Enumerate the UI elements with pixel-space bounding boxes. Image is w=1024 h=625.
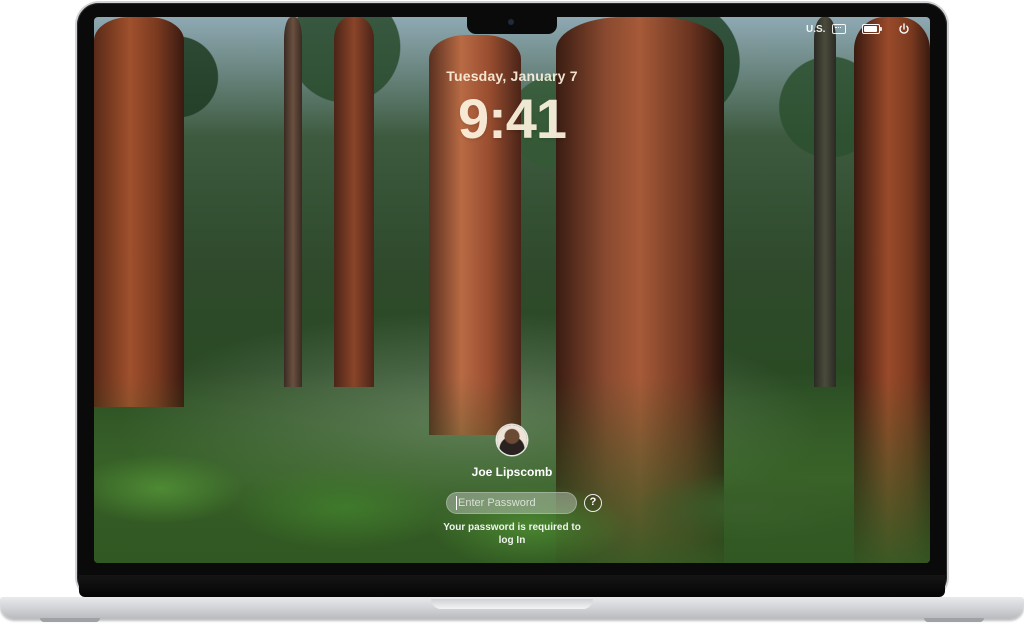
wallpaper-trunk (94, 17, 184, 407)
wallpaper-trunk (334, 17, 374, 387)
power-menu[interactable] (898, 22, 910, 36)
lock-clock: 9:41 (457, 87, 567, 150)
password-required-message: Your password is required to log In (443, 522, 581, 546)
user-avatar[interactable] (497, 425, 527, 455)
keyboard-icon (832, 24, 846, 34)
wallpaper-trunk (284, 17, 302, 387)
input-source-label: U.S. (806, 23, 826, 35)
text-cursor (456, 496, 457, 510)
password-input[interactable] (446, 492, 577, 514)
camera-icon (508, 19, 514, 25)
password-hint-button[interactable]: ? (584, 494, 602, 512)
keyboard-menu[interactable] (832, 22, 846, 36)
battery-icon (862, 24, 882, 34)
input-source-menu[interactable]: U.S. (806, 22, 825, 36)
battery-level-fill (864, 26, 877, 32)
battery-menu[interactable] (862, 22, 882, 36)
lock-date: Tuesday, January 7 (446, 68, 578, 84)
laptop-hinge (79, 575, 945, 597)
wallpaper-trunk (814, 17, 836, 387)
power-icon (899, 23, 909, 34)
laptop-mockup: U.S. Tuesday, January 7 9:41 Joe Lipscom… (0, 0, 1024, 625)
user-name: Joe Lipscomb (471, 465, 553, 479)
laptop-foot (924, 618, 984, 622)
laptop-foot (40, 618, 100, 622)
laptop-opening-notch (431, 599, 593, 609)
